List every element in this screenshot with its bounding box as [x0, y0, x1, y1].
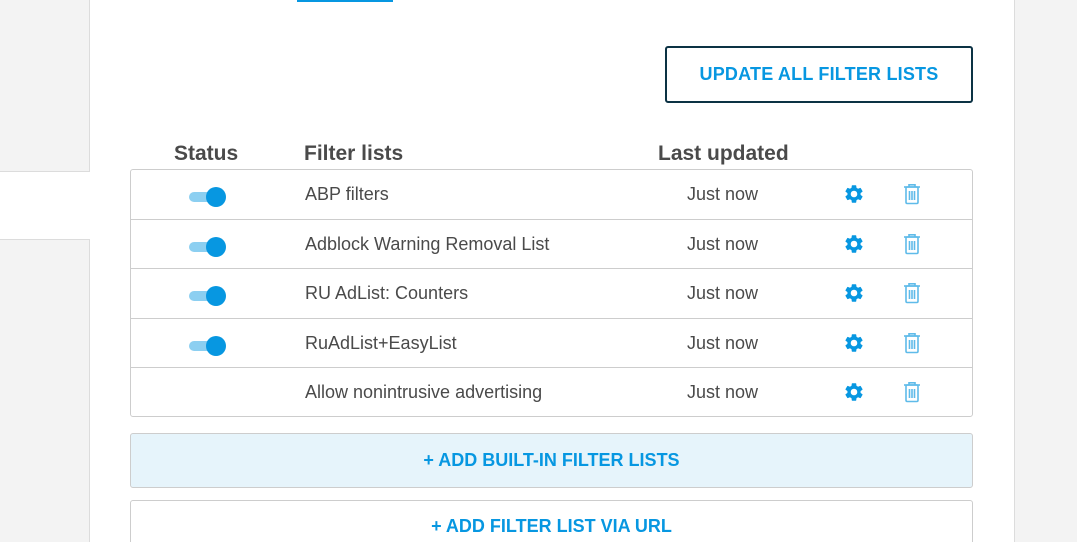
- filter-lists-panel: UPDATE ALL FILTER LISTS Status Filter li…: [90, 0, 1015, 542]
- table-row: ABP filters Just now: [131, 170, 972, 220]
- status-toggle[interactable]: [189, 335, 227, 356]
- update-all-filter-lists-button[interactable]: UPDATE ALL FILTER LISTS: [665, 46, 973, 103]
- table-row: RU AdList: Counters Just now: [131, 269, 972, 319]
- gear-icon[interactable]: [843, 332, 865, 354]
- trash-icon[interactable]: [903, 233, 921, 255]
- filter-list-name: RuAdList+EasyList: [305, 332, 457, 353]
- sidebar-active-item[interactable]: [0, 172, 91, 239]
- filter-lists-table: ABP filters Just now Adblock Warning Rem…: [130, 169, 973, 417]
- last-updated-column-header: Last updated: [658, 142, 789, 165]
- sidebar-section-bottom: [0, 239, 90, 542]
- table-row: RuAdList+EasyList Just now: [131, 319, 972, 368]
- filter-lists-column-header: Filter lists: [304, 142, 404, 165]
- top-text-link[interactable]: [297, 0, 393, 2]
- add-built-in-filter-lists-button[interactable]: + ADD BUILT-IN FILTER LISTS: [130, 433, 973, 488]
- add-filter-list-via-url-button[interactable]: + ADD FILTER LIST VIA URL: [130, 500, 973, 542]
- status-toggle[interactable]: [189, 186, 227, 207]
- filter-list-name: RU AdList: Counters: [305, 283, 469, 303]
- filter-list-name: Adblock Warning Removal List: [305, 233, 550, 254]
- last-updated-value: Just now: [687, 184, 759, 204]
- trash-icon[interactable]: [903, 332, 921, 354]
- table-row: Adblock Warning Removal List Just now: [131, 220, 972, 269]
- trash-icon[interactable]: [903, 381, 921, 403]
- table-row: Allow nonintrusive advertising Just now: [131, 368, 972, 418]
- filter-list-name: Allow nonintrusive advertising: [305, 382, 543, 402]
- status-toggle[interactable]: [189, 236, 227, 257]
- last-updated-value: Just now: [687, 332, 759, 353]
- gear-icon[interactable]: [843, 381, 865, 403]
- sidebar-section-top: [0, 0, 90, 172]
- status-column-header: Status: [174, 142, 239, 165]
- last-updated-value: Just now: [687, 382, 759, 402]
- last-updated-value: Just now: [687, 283, 759, 303]
- status-toggle[interactable]: [189, 285, 227, 306]
- trash-icon[interactable]: [903, 183, 921, 205]
- last-updated-value: Just now: [687, 233, 759, 254]
- filter-list-name: ABP filters: [305, 184, 389, 204]
- gear-icon[interactable]: [843, 282, 865, 304]
- gear-icon[interactable]: [843, 233, 865, 255]
- trash-icon[interactable]: [903, 282, 921, 304]
- gear-icon[interactable]: [843, 183, 865, 205]
